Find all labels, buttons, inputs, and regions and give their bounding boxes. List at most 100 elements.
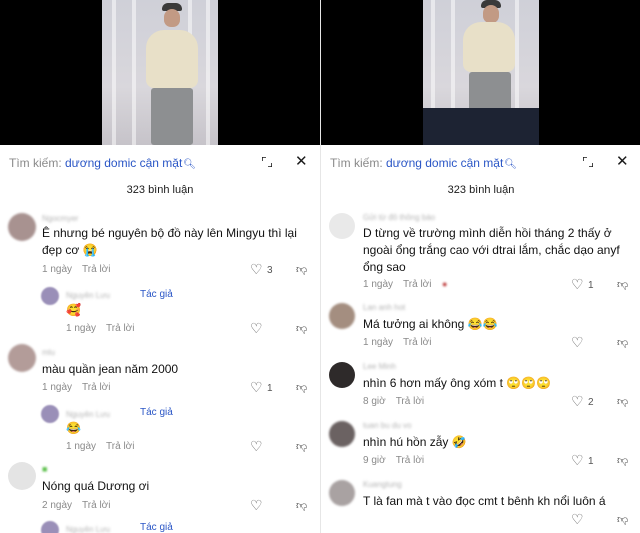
reply-button[interactable]: Trả lời: [396, 455, 424, 466]
comment-text: nhìn 6 hơn mấy ông xóm t 🙄🙄🙄: [363, 376, 552, 390]
flag-emoji: ●: [442, 279, 448, 289]
audience-silhouette: [423, 108, 539, 145]
like-count: 1: [267, 383, 273, 394]
dislike-icon[interactable]: 👎︎: [617, 514, 628, 526]
comment-time: 1 ngày: [363, 279, 394, 290]
comment-text: 🥰: [66, 303, 81, 317]
avatar[interactable]: [8, 462, 36, 490]
video-thumbnail[interactable]: [321, 0, 640, 145]
expand-icon[interactable]: [262, 157, 272, 167]
heart-icon[interactable]: ♡: [571, 512, 584, 526]
comment-count: 323 bình luận: [126, 184, 194, 196]
comment-meta: 1 ngày Trả lời: [42, 382, 110, 393]
comment-sheet: [0, 145, 320, 533]
comment-text: D từng về trường mình diễn hồi tháng 2 t…: [363, 226, 612, 240]
comment-text: T là fan mà t vào đọc cmt t bênh kh nổi …: [363, 494, 606, 508]
dislike-icon[interactable]: 👎︎: [296, 500, 307, 512]
avatar[interactable]: [8, 344, 36, 372]
comment-username[interactable]: tuan bu du vo: [363, 421, 411, 430]
search-icon[interactable]: 🔍︎: [504, 159, 517, 170]
comment-text: Nóng quá Dương ơi: [42, 479, 150, 493]
avatar[interactable]: [329, 213, 355, 239]
heart-icon[interactable]: ♡: [250, 321, 263, 335]
like-count: 3: [267, 265, 273, 276]
heart-icon[interactable]: ♡: [571, 453, 584, 467]
comment-text: Ê nhưng bé nguyên bộ đồ này lên Mingyu t…: [42, 226, 297, 240]
comment-meta: 1 ngày Trả lời: [363, 337, 431, 348]
close-icon[interactable]: ✕: [616, 154, 629, 170]
comment-text: nhìn hú hồn zẫy 🤣: [363, 435, 467, 449]
comment-username[interactable]: Ngocmyer: [42, 214, 78, 223]
comments-panel-right: Tìm kiếm: dương domic cận mặt🔍︎ ✕ 323 bì…: [320, 0, 640, 533]
avatar[interactable]: [41, 521, 59, 533]
comment-username[interactable]: Kuangtung: [363, 480, 402, 489]
comment-time: 8 giờ: [363, 396, 386, 407]
expand-icon[interactable]: [583, 157, 593, 167]
comment-username[interactable]: Nguyên Lưu: [66, 291, 110, 300]
author-badge: Tác giả: [140, 522, 173, 533]
comment-meta: 2 ngày Trả lời: [42, 500, 110, 511]
dislike-icon[interactable]: 👎︎: [296, 382, 307, 394]
search-query-link[interactable]: dương domic cận mặt: [386, 156, 503, 170]
comment-time: 1 ngày: [42, 264, 73, 275]
avatar[interactable]: [329, 303, 355, 329]
comments-panel-left: Tìm kiếm: dương domic cận mặt🔍︎ ✕ 323 bì…: [0, 0, 320, 533]
dislike-icon[interactable]: 👎︎: [296, 264, 307, 276]
dislike-icon[interactable]: 👎︎: [617, 337, 628, 349]
reply-button[interactable]: Trả lời: [403, 337, 431, 348]
avatar[interactable]: [329, 421, 355, 447]
search-icon[interactable]: 🔍︎: [183, 159, 196, 170]
avatar[interactable]: [329, 362, 355, 388]
like-count: 2: [588, 397, 594, 408]
comment-username[interactable]: Lan anh hot: [363, 303, 405, 312]
video-frame: [102, 0, 218, 145]
author-badge: Tác giả: [140, 407, 173, 418]
heart-icon[interactable]: ♡: [250, 498, 263, 512]
heart-icon[interactable]: ♡: [250, 380, 263, 394]
comment-text: ngoài ổng trắng cao với dtrai lắm, chắc …: [363, 243, 620, 257]
heart-icon[interactable]: ♡: [250, 262, 263, 276]
search-prefix: Tìm kiếm:: [9, 156, 65, 170]
dislike-icon[interactable]: 👎︎: [296, 441, 307, 453]
close-icon[interactable]: ✕: [295, 154, 308, 170]
comment-username[interactable]: Nguyên Lưu: [66, 525, 110, 533]
avatar[interactable]: [41, 405, 59, 423]
video-thumbnail[interactable]: [0, 0, 320, 145]
comment-text: màu quần jean năm 2000: [42, 362, 179, 376]
avatar[interactable]: [8, 213, 36, 241]
like-count: 1: [588, 456, 594, 467]
comment-text: 😂: [66, 421, 81, 435]
comment-username[interactable]: Lee Minh: [363, 362, 396, 371]
heart-icon[interactable]: ♡: [571, 335, 584, 349]
reply-button[interactable]: Trả lời: [82, 264, 110, 275]
comment-text: Má tưởng ai không 😂😂: [363, 317, 498, 331]
comment-meta: 1 ngày Trả lời: [363, 279, 431, 290]
reply-button[interactable]: Trả lời: [106, 441, 134, 452]
reply-button[interactable]: Trả lời: [82, 500, 110, 511]
reply-button[interactable]: Trả lời: [403, 279, 431, 290]
comment-time: 2 ngày: [42, 500, 73, 511]
comment-time: 1 ngày: [42, 382, 73, 393]
comment-username[interactable]: Nguyên Lưu: [66, 410, 110, 419]
reply-button[interactable]: Trả lời: [106, 323, 134, 334]
comment-username[interactable]: Gửi từ đô thông báo: [363, 213, 435, 222]
dislike-icon[interactable]: 👎︎: [617, 279, 628, 291]
like-count: 1: [588, 280, 594, 291]
comment-username[interactable]: mlu: [42, 348, 55, 357]
comment-time: 1 ngày: [363, 337, 394, 348]
heart-icon[interactable]: ♡: [571, 394, 584, 408]
comment-meta: 8 giờ Trả lời: [363, 396, 424, 407]
search-query-link[interactable]: dương domic cận mặt: [65, 156, 182, 170]
reply-button[interactable]: Trả lời: [82, 382, 110, 393]
reply-button[interactable]: Trả lời: [396, 396, 424, 407]
video-frame: [423, 0, 539, 145]
heart-icon[interactable]: ♡: [571, 277, 584, 291]
comment-meta: 1 ngày Trả lời: [66, 441, 134, 452]
avatar[interactable]: [329, 480, 355, 506]
dislike-icon[interactable]: 👎︎: [617, 396, 628, 408]
comment-meta: 9 giờ Trả lời: [363, 455, 424, 466]
avatar[interactable]: [41, 287, 59, 305]
dislike-icon[interactable]: 👎︎: [617, 455, 628, 467]
heart-icon[interactable]: ♡: [250, 439, 263, 453]
dislike-icon[interactable]: 👎︎: [296, 323, 307, 335]
